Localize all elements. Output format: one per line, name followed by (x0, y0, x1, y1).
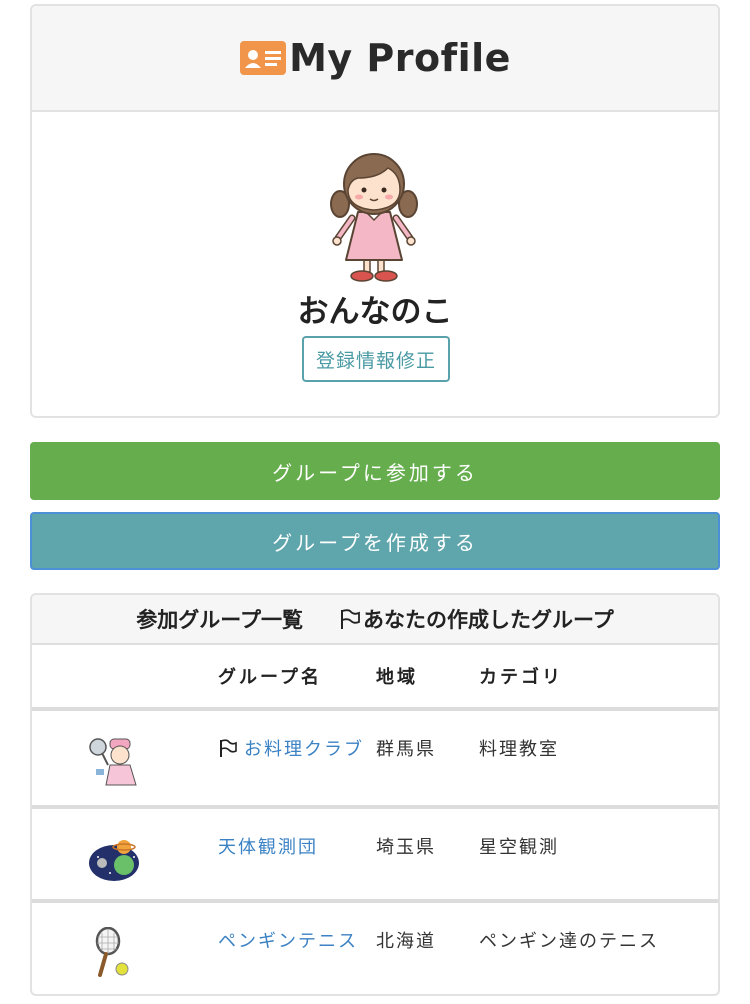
groups-table: グループ名 地域 カテゴリ お料理クラブ 群馬県 料理教室 天体観測団 埼玉県 … (32, 645, 718, 994)
area-cell: 埼玉県 (376, 807, 479, 903)
header-category: カテゴリ (479, 645, 718, 711)
page-title: My Profile (289, 36, 511, 80)
thumb-cell (32, 901, 218, 994)
cook-thumbnail (89, 738, 137, 786)
group-name-cell: お料理クラブ (218, 709, 376, 809)
group-link[interactable]: ペンギンテニス (218, 931, 358, 952)
group-name-cell: 天体観測団 (218, 807, 376, 903)
groups-legend: あなたの作成したグループ (363, 608, 614, 632)
create-group-button[interactable]: グループを作成する (30, 512, 720, 570)
category-cell: ペンギン達のテニス (479, 931, 659, 952)
planet-thumbnail (89, 840, 139, 881)
profile-body: おんなのこ 登録情報修正 (32, 112, 718, 416)
table-row: ペンギンテニス 北海道 ペンギン達のテニス (32, 901, 718, 994)
category-cell: 料理教室 (479, 709, 718, 809)
group-link[interactable]: 天体観測団 (218, 837, 318, 858)
thumb-cell (32, 807, 218, 903)
groups-header: 参加グループ一覧 あなたの作成したグループ (32, 595, 718, 645)
header-thumb (32, 645, 218, 711)
thumb-cell (32, 709, 218, 809)
category-cell: 星空観測 (479, 807, 718, 903)
id-card-icon (240, 41, 287, 75)
join-group-button[interactable]: グループに参加する (30, 442, 720, 500)
table-row: お料理クラブ 群馬県 料理教室 (32, 709, 718, 809)
profile-name: おんなのこ (297, 294, 453, 330)
groups-title: 参加グループ一覧 (136, 608, 303, 632)
groups-card: 参加グループ一覧 あなたの作成したグループ グループ名 地域 カテゴリ お料理ク… (30, 593, 720, 996)
profile-card: My Profile おんなのこ 登録情報修正 (30, 4, 720, 418)
area-cell: 北海道 (376, 931, 436, 952)
table-header-row: グループ名 地域 カテゴリ (32, 645, 718, 711)
header-area: 地域 (376, 645, 479, 711)
profile-header: My Profile (32, 6, 718, 112)
group-link[interactable]: お料理クラブ (244, 739, 364, 760)
area-cell: 群馬県 (376, 709, 479, 809)
edit-profile-button[interactable]: 登録情報修正 (302, 336, 450, 382)
group-name-cell: ペンギンテニス (218, 901, 376, 994)
avatar (330, 153, 418, 282)
owner-flag-icon (220, 739, 237, 757)
flag-icon (341, 609, 360, 629)
table-row: 天体観測団 埼玉県 星空観測 (32, 807, 718, 903)
header-group-name: グループ名 (218, 645, 376, 711)
tennis-racket-thumbnail (95, 927, 129, 977)
